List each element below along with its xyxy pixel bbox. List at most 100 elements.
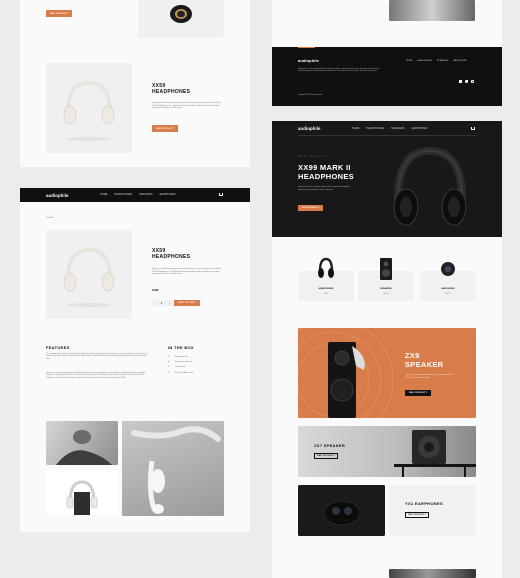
nav-speakers[interactable]: SPEAKERS	[391, 128, 405, 130]
facebook-icon[interactable]	[459, 80, 462, 83]
hero-title: XX99 MARK II HEADPHONES	[298, 163, 354, 181]
quantity-stepper[interactable]: - 1 +	[152, 300, 172, 306]
zx7-title: ZX7 SPEAKER	[314, 443, 346, 448]
qty-value: 1	[161, 301, 163, 305]
category-page-frame: SEE PRODUCT XX59 HEADPHONES Enjoy your a…	[20, 0, 250, 167]
category-shop-link[interactable]: SHOP	[298, 293, 354, 295]
box-item-name: Replacement Earcups	[175, 361, 193, 364]
qty-plus-button[interactable]: +	[169, 302, 170, 305]
product-image-dark-headphones	[138, 0, 224, 38]
main-nav: HOME HEADPHONES SPEAKERS EARPHONES	[352, 128, 427, 130]
product-title: XX59 HEADPHONES	[152, 83, 191, 95]
box-item: 1x 3.5mm 5m Audio Cable	[168, 371, 194, 376]
brand-logo[interactable]: audiophile	[298, 126, 320, 131]
footer-copyright: Copyright 2021. All Rights Reserved	[298, 95, 323, 96]
instagram-icon[interactable]	[471, 80, 474, 83]
qty-minus-button[interactable]: -	[154, 302, 155, 305]
box-item-name: User Manual	[175, 366, 186, 369]
hero-section: audiophile HOME HEADPHONES SPEAKERS EARP…	[272, 121, 502, 237]
product-image-xx59	[46, 63, 132, 153]
nav-headphones[interactable]: HEADPHONES	[115, 194, 133, 196]
nav-earphones[interactable]: EARPHONES	[160, 194, 176, 196]
box-item-qty: 1x	[168, 371, 170, 374]
gallery-image-2	[46, 470, 118, 515]
gallery-image-1	[46, 421, 118, 465]
features-paragraph-2: More than a simple pair of headphones, t…	[46, 373, 146, 379]
category-card-speakers[interactable]: SPEAKERS SHOP	[358, 258, 414, 301]
zx7-see-product-button[interactable]: SEE PRODUCT	[314, 453, 338, 459]
nav-earphones[interactable]: EARPHONES	[412, 128, 428, 130]
footer-nav-speakers[interactable]: SPEAKERS	[437, 60, 448, 62]
zx9-title-line1: ZX9	[405, 351, 420, 360]
features-paragraph-1: These headphones have been created from …	[46, 354, 148, 360]
zx7-speaker-image	[394, 430, 476, 477]
footer-description: Audiophile is an all in one stop to fulf…	[298, 69, 380, 73]
in-the-box-title: IN THE BOX	[168, 345, 194, 350]
cart-icon[interactable]	[471, 126, 475, 130]
hero-headphones-image	[393, 146, 467, 226]
yx1-see-product-button[interactable]: SEE PRODUCT	[405, 512, 429, 518]
category-card-headphones[interactable]: HEADPHONES SHOP	[298, 257, 354, 301]
see-product-button[interactable]: SEE PRODUCT	[152, 125, 178, 132]
hero-see-product-button[interactable]: SEE PRODUCT	[298, 205, 323, 211]
features-title: FEATURES	[46, 345, 70, 350]
nav-home[interactable]: HOME	[352, 128, 360, 130]
product-description: Enjoy your audio almost anywhere and cus…	[152, 102, 221, 110]
footer-logo[interactable]: audiophile	[298, 58, 319, 63]
category-card-earphones[interactable]: EARPHONES SHOP	[420, 262, 476, 301]
product-detail-frame: audiophile HOME HEADPHONES SPEAKERS EARP…	[20, 188, 250, 532]
footer-nav-home[interactable]: HOME	[406, 60, 412, 62]
zx9-description: Upgrade to premium speakers that are phe…	[405, 374, 454, 379]
zx9-see-product-button[interactable]: SEE PRODUCT	[405, 390, 431, 396]
see-product-button-top[interactable]: SEE PRODUCT	[46, 10, 72, 17]
zx9-promo: ZX9 SPEAKER Upgrade to premium speakers …	[298, 328, 476, 418]
footer: audiophile HOME HEADPHONES SPEAKERS EARP…	[272, 47, 502, 106]
home-top-frame: audiophile HOME HEADPHONES SPEAKERS EARP…	[272, 0, 502, 106]
detail-description: Enjoy your audio almost anywhere and cus…	[152, 268, 221, 276]
brand-logo[interactable]: audiophile	[46, 193, 68, 198]
earphones-icon	[441, 262, 455, 276]
box-item-name: Headphone Unit	[175, 356, 188, 358]
header-bar: audiophile HOME HEADPHONES SPEAKERS EARP…	[20, 188, 250, 202]
product-image-xx59-detail	[46, 230, 132, 319]
nav-speakers[interactable]: SPEAKERS	[139, 194, 153, 196]
footer-accent-line	[298, 47, 315, 48]
yx1-image	[298, 485, 385, 536]
category-name: HEADPHONES	[318, 288, 334, 290]
box-items-list: 1x Headphone Unit 2x Replacement Earcups 1…	[168, 355, 194, 376]
product-price: $ 899	[152, 289, 159, 292]
footer-nav-headphones[interactable]: HEADPHONES	[417, 60, 432, 62]
cart-icon[interactable]	[219, 193, 223, 196]
detail-title: XX59 HEADPHONES	[152, 248, 191, 260]
about-image	[389, 0, 475, 21]
twitter-icon[interactable]	[465, 80, 468, 83]
category-shop-link[interactable]: SHOP	[358, 293, 414, 295]
box-item-name: 3.5mm 5m Audio Cable	[175, 371, 194, 374]
zx7-promo: ZX7 SPEAKER SEE PRODUCT	[298, 426, 476, 477]
nav-home[interactable]: HOME	[100, 194, 108, 196]
zx9-title: ZX9 SPEAKER	[405, 351, 443, 369]
footer-nav-earphones[interactable]: EARPHONES	[453, 60, 466, 62]
hero-description: Experience natural, lifelike audio and e…	[298, 186, 350, 191]
home-page-frame: audiophile HOME HEADPHONES SPEAKERS EARP…	[272, 121, 502, 578]
hero-title-line1: XX99 MARK II	[298, 163, 351, 172]
category-name: SPEAKERS	[380, 288, 392, 290]
yx1-promo: YX1 EARPHONES SEE PRODUCT	[389, 485, 476, 536]
add-to-cart-button[interactable]: ADD TO CART	[174, 300, 200, 306]
zx9-title-line2: SPEAKER	[405, 360, 444, 369]
category-name: EARPHONES	[441, 288, 455, 290]
main-nav: HOME HEADPHONES SPEAKERS EARPHONES	[100, 194, 175, 196]
about-image-partial	[389, 569, 476, 578]
yx1-title: YX1 EARPHONES	[405, 501, 443, 506]
go-back-link[interactable]: Go Back	[46, 217, 54, 220]
hero-title-line2: HEADPHONES	[298, 172, 354, 181]
detail-title-line2: HEADPHONES	[152, 253, 191, 260]
hero-overline: NEW PRODUCT	[298, 156, 328, 158]
social-links	[459, 80, 474, 83]
nav-headphones[interactable]: HEADPHONES	[367, 128, 385, 130]
footer-nav: HOME HEADPHONES SPEAKERS EARPHONES	[406, 60, 467, 62]
product-title-line2: HEADPHONES	[152, 88, 191, 95]
zx9-speaker-image	[328, 342, 365, 418]
gallery-image-3	[122, 421, 224, 516]
category-shop-link[interactable]: SHOP	[420, 293, 476, 295]
